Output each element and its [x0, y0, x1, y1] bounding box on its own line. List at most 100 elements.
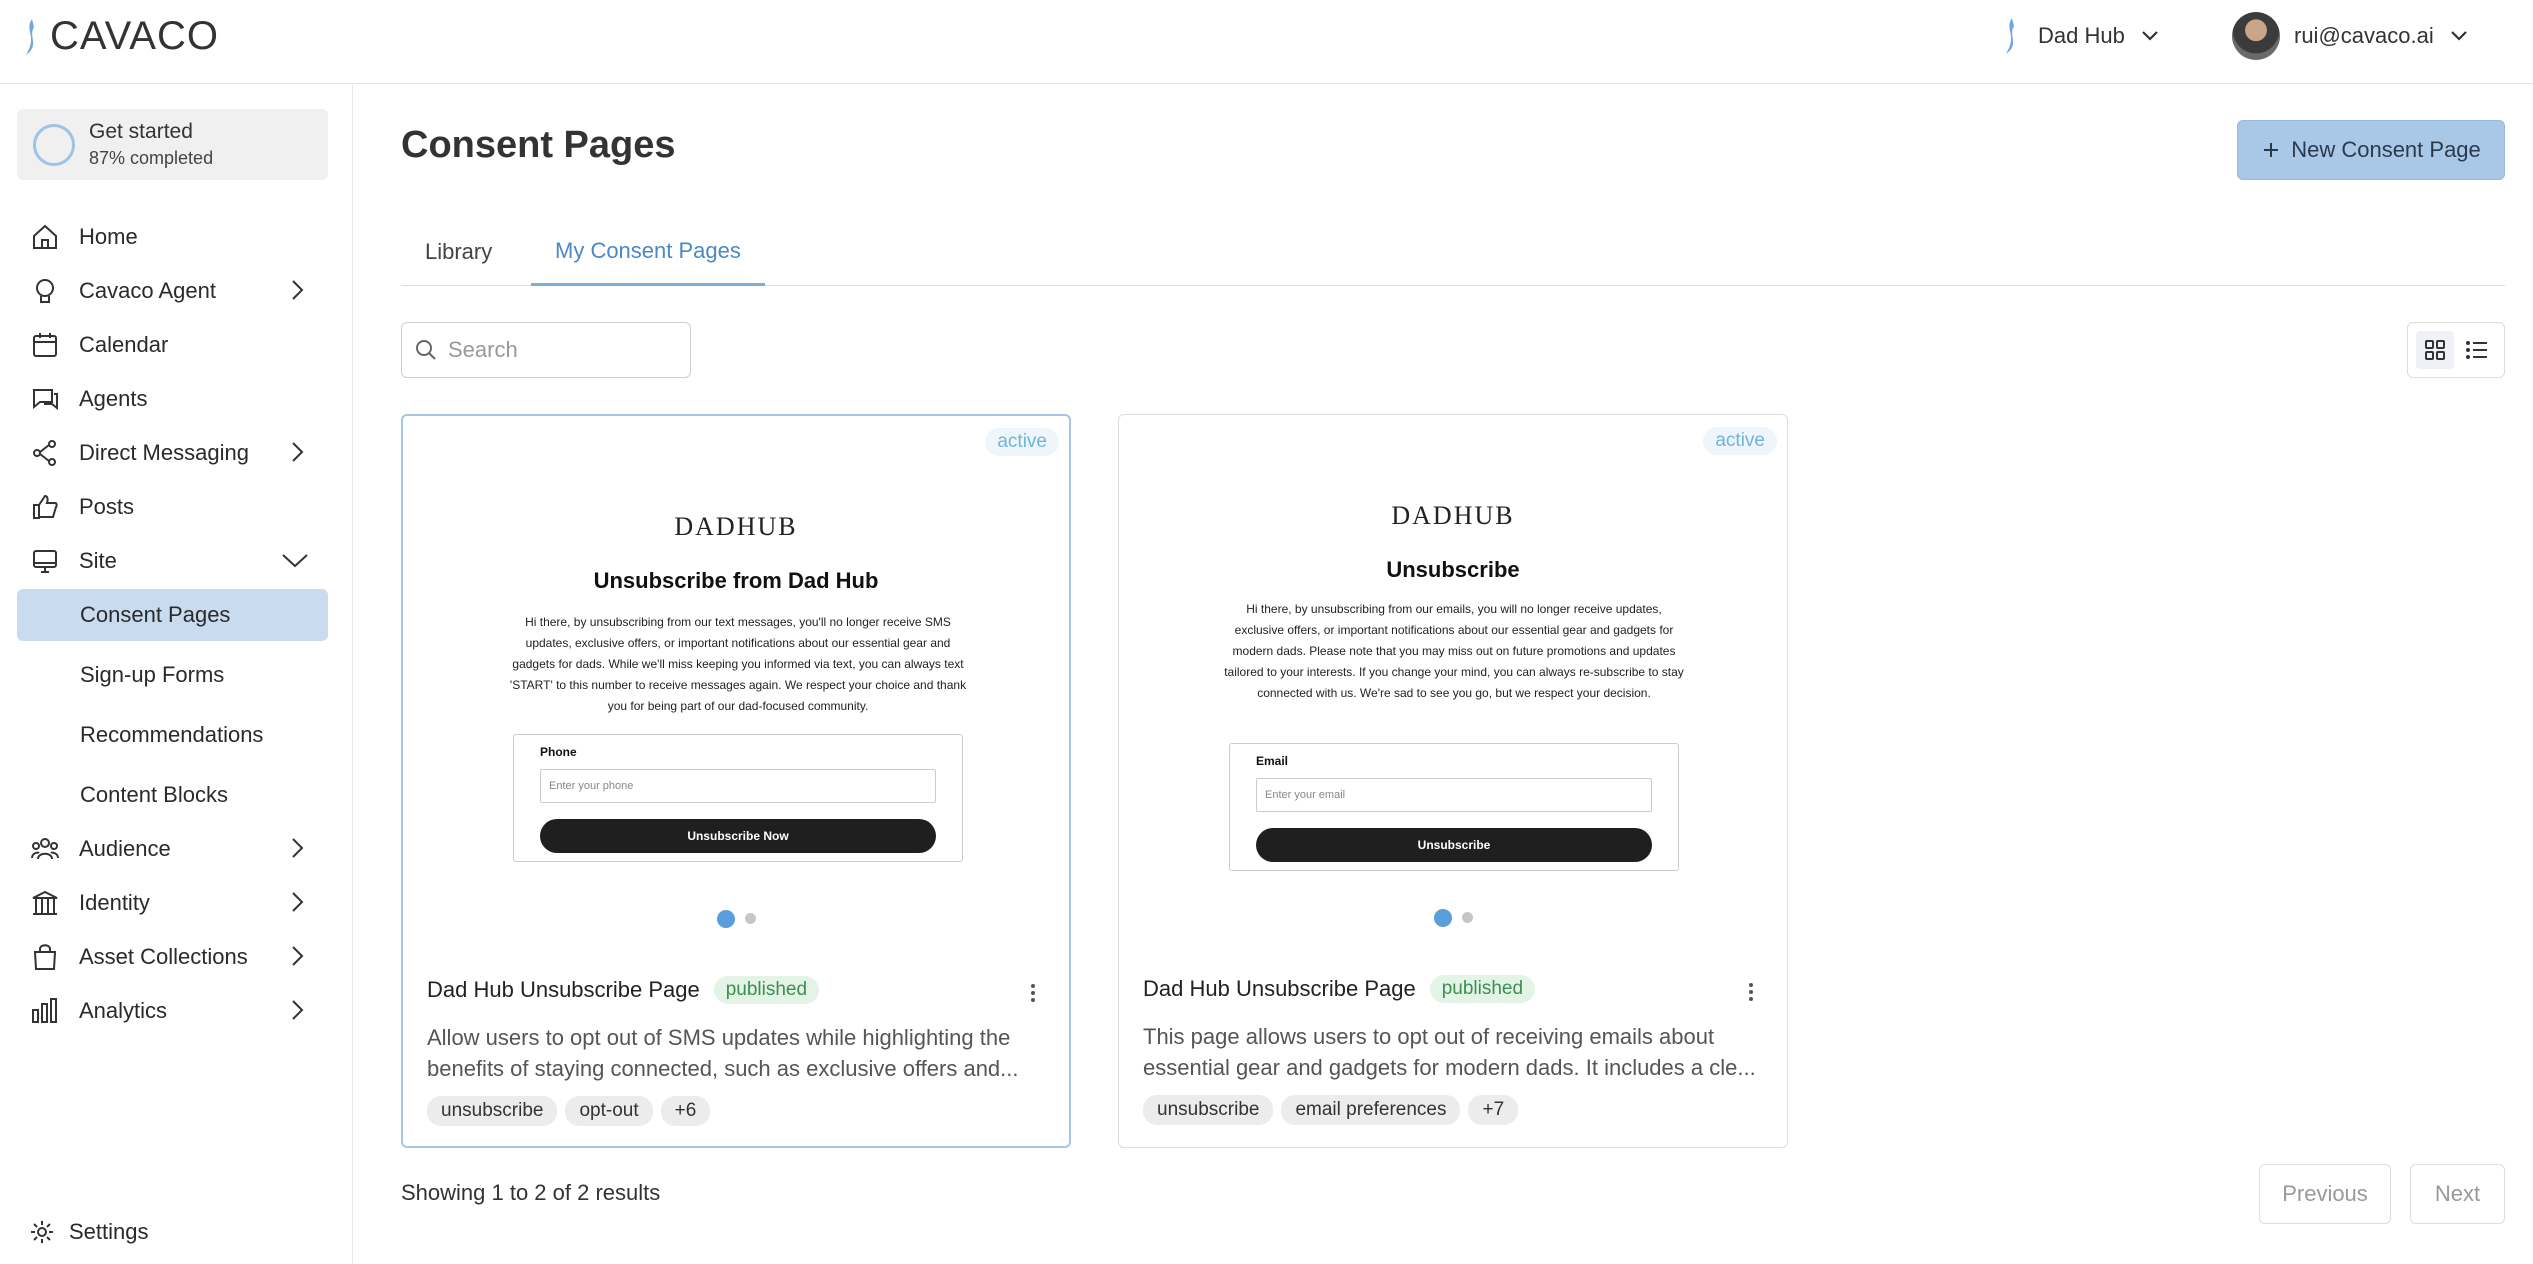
tab-my-consent-pages[interactable]: My Consent Pages: [531, 218, 765, 286]
sidebar-item-label: Audience: [79, 836, 171, 861]
tag-more[interactable]: +7: [1468, 1095, 1519, 1125]
more-options-icon[interactable]: [1739, 977, 1763, 1007]
sidebar-item-label: Site: [79, 548, 117, 573]
preview-submit-button: Unsubscribe Now: [540, 819, 936, 853]
user-email: rui@cavaco.ai: [2294, 23, 2434, 48]
new-consent-page-button[interactable]: New Consent Page: [2237, 120, 2505, 180]
carousel-dots: [1119, 909, 1787, 927]
sidebar-item-home[interactable]: Home: [17, 211, 328, 263]
carousel-dot[interactable]: [1433, 909, 1452, 927]
workspace-flame-icon: [2006, 18, 2014, 54]
lightbulb-icon: [27, 273, 63, 309]
sidebar-sub-recommendations[interactable]: Recommendations: [17, 709, 328, 761]
chevron-right-icon: [292, 280, 304, 300]
building-icon: [27, 885, 63, 921]
sidebar-item-cavaco-agent[interactable]: Cavaco Agent: [17, 265, 328, 317]
preview-logo: DADHUB: [674, 512, 798, 541]
brand-logo[interactable]: CAVACO: [20, 14, 219, 59]
tag-more[interactable]: +6: [660, 1096, 711, 1126]
sidebar-sub-consent-pages[interactable]: Consent Pages: [17, 589, 328, 641]
grid-view-button[interactable]: [2416, 331, 2454, 369]
chevron-right-icon: [292, 892, 304, 912]
sidebar-item-analytics[interactable]: Analytics: [17, 985, 328, 1037]
get-started-card[interactable]: Get started 87% completed: [17, 109, 328, 180]
card-description-text: This page allows users to opt out of rec…: [1143, 1024, 1756, 1080]
sidebar-item-settings[interactable]: Settings: [17, 1206, 149, 1258]
tag: unsubscribe: [427, 1096, 558, 1126]
sidebar-item-direct-messaging[interactable]: Direct Messaging: [17, 427, 328, 479]
sidebar-sub-label: Sign-up Forms: [80, 662, 225, 687]
tag: unsubscribe: [1143, 1095, 1274, 1125]
sidebar-item-label: Cavaco Agent: [79, 278, 216, 303]
preview-title: Unsubscribe: [1386, 557, 1520, 582]
carousel-dot[interactable]: [1461, 912, 1473, 923]
preview-body: Hi there, by unsubscribing from our text…: [509, 615, 967, 713]
search-input[interactable]: [448, 337, 668, 363]
published-badge: published: [1429, 975, 1536, 1003]
preview-logo: DADHUB: [1391, 501, 1515, 530]
sidebar-item-site[interactable]: Site: [17, 535, 328, 587]
bar-chart-icon: [27, 993, 63, 1029]
list-view-button[interactable]: [2458, 331, 2496, 369]
sidebar-item-asset-collections[interactable]: Asset Collections: [17, 931, 328, 983]
previous-button[interactable]: Previous: [2259, 1164, 2391, 1224]
search-box: [401, 322, 691, 378]
plus-icon: [2264, 143, 2279, 157]
card-preview[interactable]: DADHUB Unsubscribe Hi there, by unsubscr…: [1119, 415, 1787, 955]
carousel-dot[interactable]: [744, 913, 756, 924]
workspace-switcher[interactable]: Dad Hub: [1998, 14, 2161, 58]
more-options-icon[interactable]: [1021, 978, 1045, 1008]
tab-library[interactable]: Library: [401, 218, 516, 286]
preview-title: Unsubscribe from Dad Hub: [593, 568, 879, 593]
card-description: Allow users to opt out of SMS updates wh…: [427, 1022, 1047, 1084]
sidebar-sub-label: Recommendations: [80, 722, 264, 747]
sidebar-sub-label: Content Blocks: [80, 782, 228, 807]
monitor-icon: [27, 543, 63, 579]
chevron-right-icon: [292, 442, 304, 462]
sidebar-item-label: Analytics: [79, 998, 168, 1023]
sidebar-item-label: Posts: [79, 494, 135, 519]
preview-field-input: Enter your phone: [540, 769, 936, 803]
chevron-right-icon: [292, 1000, 304, 1020]
sidebar-item-label: Agents: [79, 386, 148, 411]
card-title-row: Dad Hub Unsubscribe Page published: [427, 976, 820, 1004]
preview-body: Hi there, by unsubscribing from our emai…: [1224, 602, 1684, 700]
sidebar-sub-content-blocks[interactable]: Content Blocks: [17, 769, 328, 821]
consent-page-card[interactable]: active DADHUB Unsubscribe from Dad Hub H…: [401, 414, 1071, 1148]
next-button[interactable]: Next: [2410, 1164, 2505, 1224]
sidebar-item-calendar[interactable]: Calendar: [17, 319, 328, 371]
flame-icon: [26, 18, 34, 55]
tag-list: unsubscribe opt-out +6: [427, 1096, 711, 1126]
sidebar-sub-label: Consent Pages: [80, 602, 231, 627]
card-preview[interactable]: DADHUB Unsubscribe from Dad Hub Hi there…: [403, 416, 1069, 956]
tag: opt-out: [565, 1096, 653, 1126]
preview-field-input: Enter your email: [1256, 778, 1652, 812]
calendar-icon: [27, 327, 63, 363]
consent-page-card[interactable]: active DADHUB Unsubscribe Hi there, by u…: [1118, 414, 1788, 1148]
results-count: Showing 1 to 2 of 2 results: [401, 1180, 661, 1205]
tab-bar: Library My Consent Pages: [401, 218, 2505, 286]
sidebar-item-posts[interactable]: Posts: [17, 481, 328, 533]
tag: email preferences: [1281, 1095, 1461, 1125]
sidebar-item-identity[interactable]: Identity: [17, 877, 328, 929]
people-icon: [27, 831, 63, 867]
sidebar-item-label: Direct Messaging: [79, 440, 249, 465]
thumbs-up-icon: [27, 489, 63, 525]
preview-submit-button: Unsubscribe: [1256, 828, 1652, 862]
preview-form: Phone Enter your phone Unsubscribe Now: [513, 734, 963, 862]
chat-icon: [27, 381, 63, 417]
sidebar: Get started 87% completed Home Cavaco Ag…: [0, 85, 353, 1264]
carousel-dots: [403, 910, 1069, 928]
sidebar-item-agents[interactable]: Agents: [17, 373, 328, 425]
card-title-row: Dad Hub Unsubscribe Page published: [1143, 975, 1536, 1003]
get-started-title: Get started: [89, 120, 193, 143]
card-title: Dad Hub Unsubscribe Page: [427, 977, 700, 1002]
chevron-down-icon: [2450, 31, 2467, 41]
carousel-dot[interactable]: [716, 910, 735, 928]
view-toggle: [2407, 322, 2505, 378]
user-menu[interactable]: rui@cavaco.ai: [2232, 10, 2470, 62]
sidebar-sub-sign-up-forms[interactable]: Sign-up Forms: [17, 649, 328, 701]
sidebar-item-audience[interactable]: Audience: [17, 823, 328, 875]
preview-field-label: Phone: [540, 745, 577, 759]
page-title: Consent Pages: [401, 124, 676, 166]
